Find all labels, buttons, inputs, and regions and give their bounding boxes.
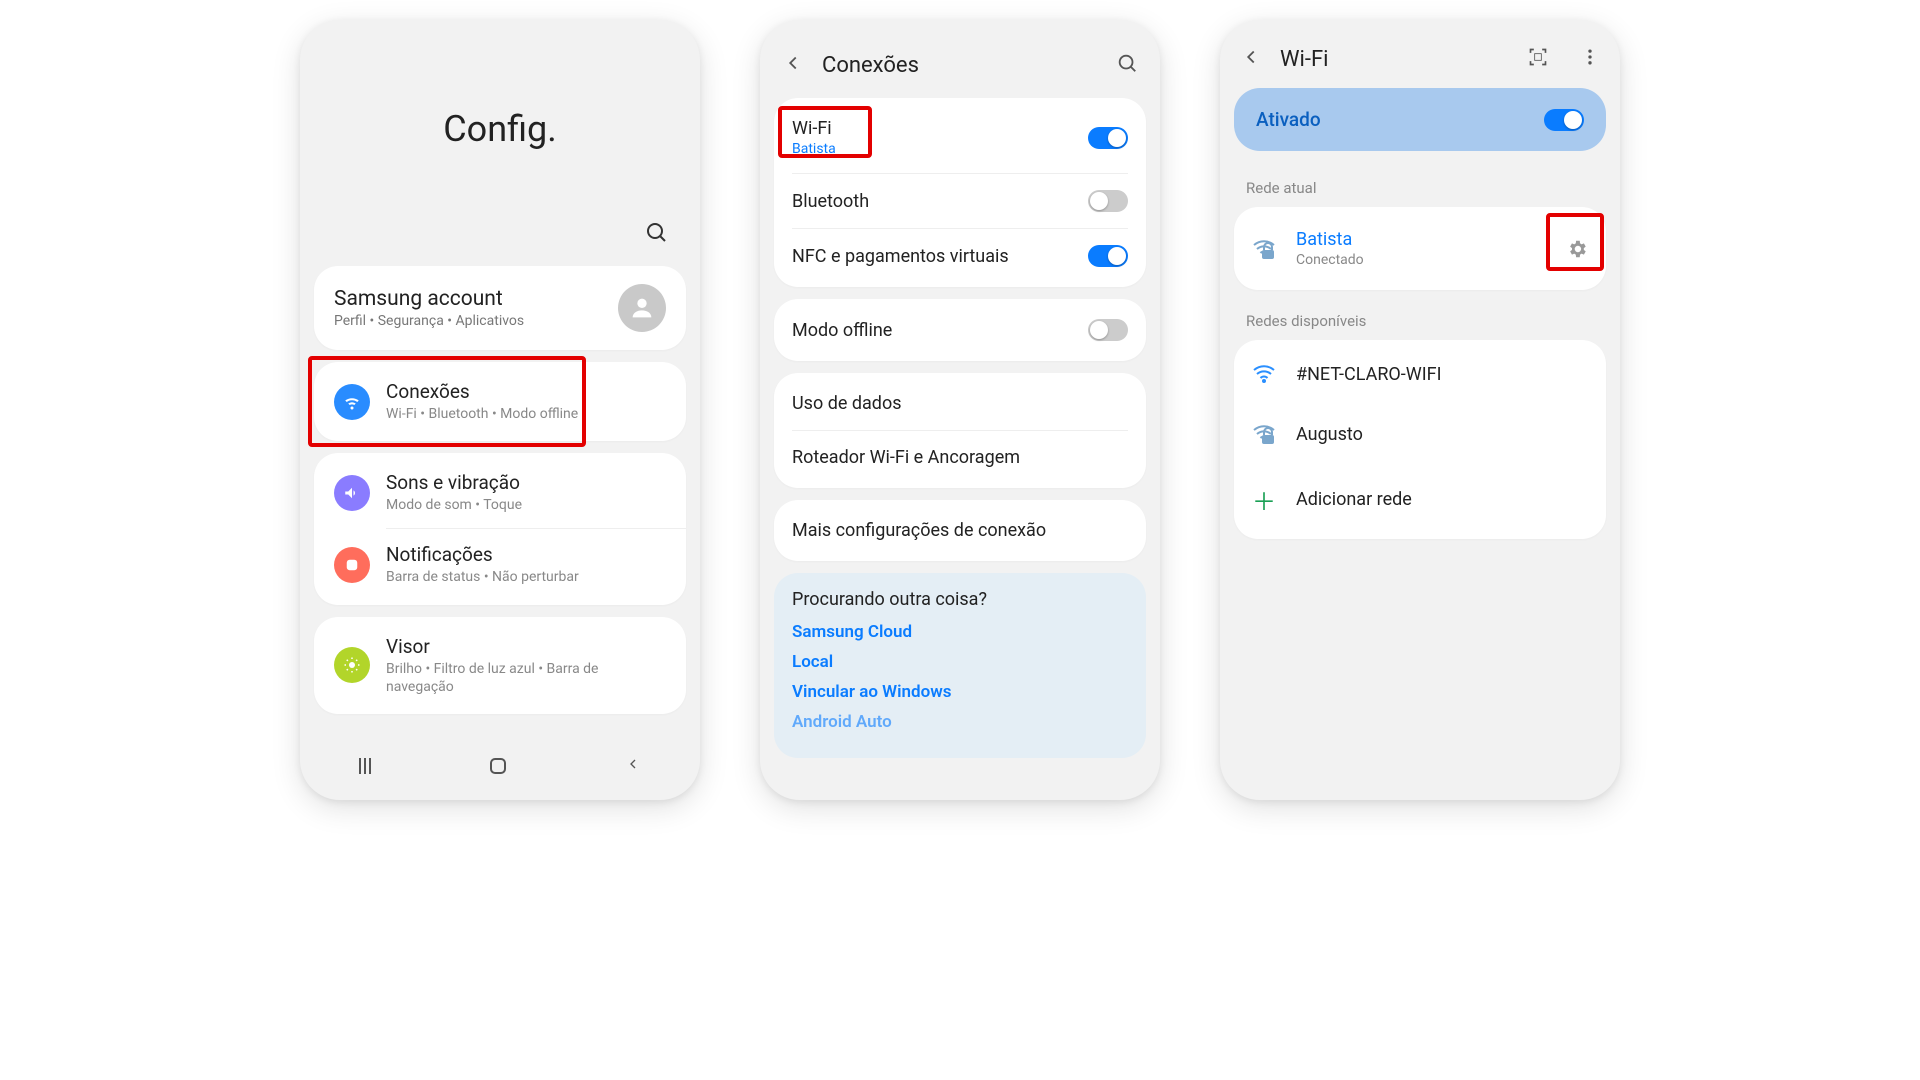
row-sons[interactable]: Sons e vibração Modo de som • Toque (314, 457, 686, 528)
sound-notif-card: Sons e vibração Modo de som • Toque Noti… (314, 453, 686, 604)
phone-settings: Config. Samsung account Perfil • Seguran… (300, 20, 700, 800)
section-current: Rede atual (1234, 169, 1606, 207)
row-bluetooth[interactable]: Bluetooth (774, 174, 1146, 228)
wifi-icon (334, 384, 370, 420)
wifi-signal-icon (1252, 362, 1276, 386)
wifi-status-card: Ativado (1234, 88, 1606, 151)
row-title: Visor (386, 635, 666, 658)
back-icon[interactable] (782, 52, 804, 78)
gear-icon[interactable] (1566, 238, 1588, 260)
search-icon[interactable] (1116, 52, 1138, 78)
nfc-toggle[interactable] (1088, 245, 1128, 267)
notification-icon (334, 547, 370, 583)
row-conexoes[interactable]: Conexões Wi-Fi • Bluetooth • Modo offlin… (314, 366, 686, 437)
offline-toggle[interactable] (1088, 319, 1128, 341)
display-card: Visor Brilho • Filtro de luz azul • Barr… (314, 617, 686, 714)
network-status: Conectado (1296, 252, 1546, 268)
nav-back[interactable] (625, 756, 641, 776)
network-name: Augusto (1296, 424, 1588, 445)
row-visor[interactable]: Visor Brilho • Filtro de luz azul • Barr… (314, 621, 686, 710)
android-navbar (300, 746, 700, 786)
network-name: #NET-CLARO-WIFI (1296, 364, 1588, 385)
row-title: Roteador Wi-Fi e Ancoragem (792, 447, 1020, 468)
section-available: Redes disponíveis (1234, 302, 1606, 340)
link-samsung-cloud[interactable]: Samsung Cloud (792, 622, 1128, 642)
wifi-master-toggle[interactable] (1544, 109, 1584, 131)
more-icon[interactable] (1580, 47, 1600, 71)
back-icon[interactable] (1240, 46, 1262, 72)
page-title: Config. (314, 108, 686, 150)
plus-icon: ＋ (1252, 482, 1276, 517)
page-title: Wi-Fi (1280, 47, 1510, 72)
bluetooth-toggle[interactable] (1088, 190, 1128, 212)
nav-home[interactable] (490, 758, 506, 774)
row-title: Bluetooth (792, 191, 869, 212)
nav-recent[interactable] (359, 758, 371, 774)
row-notif[interactable]: Notificações Barra de status • Não pertu… (314, 529, 686, 600)
phone-wifi: Wi-Fi Ativado Rede atual Batista Conecta… (1220, 20, 1620, 800)
wifi-signal-icon (1252, 422, 1276, 446)
row-hotspot[interactable]: Roteador Wi-Fi e Ancoragem (774, 431, 1146, 484)
link-local[interactable]: Local (792, 652, 1128, 672)
row-subtitle: Batista (792, 141, 836, 157)
avatar[interactable] (618, 284, 666, 332)
link-android-auto[interactable]: Android Auto (792, 712, 1128, 732)
network-row[interactable]: #NET-CLARO-WIFI (1234, 344, 1606, 404)
row-nfc[interactable]: NFC e pagamentos virtuais (774, 229, 1146, 283)
row-wifi[interactable]: Wi-Fi Batista (774, 102, 1146, 173)
looking-for-heading: Procurando outra coisa? (792, 589, 1128, 610)
link-windows[interactable]: Vincular ao Windows (792, 682, 1128, 702)
looking-for-card: Procurando outra coisa? Samsung Cloud Lo… (774, 573, 1146, 758)
search-icon[interactable] (644, 220, 668, 248)
account-title: Samsung account (334, 287, 524, 311)
account-subtitle: Perfil • Segurança • Aplicativos (334, 313, 524, 329)
row-subtitle: Barra de status • Não perturbar (386, 568, 579, 586)
sound-icon (334, 475, 370, 511)
row-title: Conexões (386, 380, 578, 403)
row-subtitle: Wi-Fi • Bluetooth • Modo offline (386, 405, 578, 423)
row-title: Notificações (386, 543, 579, 566)
wifi-status-label: Ativado (1256, 108, 1321, 131)
row-title: Sons e vibração (386, 471, 522, 494)
row-title: Mais configurações de conexão (792, 520, 1046, 541)
row-more-conn[interactable]: Mais configurações de conexão (774, 504, 1146, 557)
row-data[interactable]: Uso de dados (774, 377, 1146, 430)
row-subtitle: Modo de som • Toque (386, 496, 522, 514)
add-network-row[interactable]: ＋ Adicionar rede (1234, 464, 1606, 535)
row-title: Uso de dados (792, 393, 902, 414)
network-row[interactable]: Augusto (1234, 404, 1606, 464)
row-offline[interactable]: Modo offline (774, 303, 1146, 357)
display-icon (334, 647, 370, 683)
row-subtitle: Brilho • Filtro de luz azul • Barra de n… (386, 660, 666, 696)
row-title: NFC e pagamentos virtuais (792, 246, 1009, 267)
phone-connections: Conexões Wi-Fi Batista Bluetooth NFC e p… (760, 20, 1160, 800)
qr-scan-icon[interactable] (1528, 47, 1548, 71)
connections-card: Conexões Wi-Fi • Bluetooth • Modo offlin… (314, 362, 686, 441)
row-title: Modo offline (792, 320, 892, 341)
wifi-signal-icon (1252, 237, 1276, 261)
wifi-toggle[interactable] (1088, 127, 1128, 149)
account-card[interactable]: Samsung account Perfil • Segurança • Apl… (314, 266, 686, 350)
page-title: Conexões (822, 53, 1098, 78)
network-name: Batista (1296, 229, 1546, 250)
row-title: Wi-Fi (792, 118, 836, 139)
current-network-row[interactable]: Batista Conectado (1234, 211, 1606, 286)
add-network-label: Adicionar rede (1296, 489, 1588, 510)
